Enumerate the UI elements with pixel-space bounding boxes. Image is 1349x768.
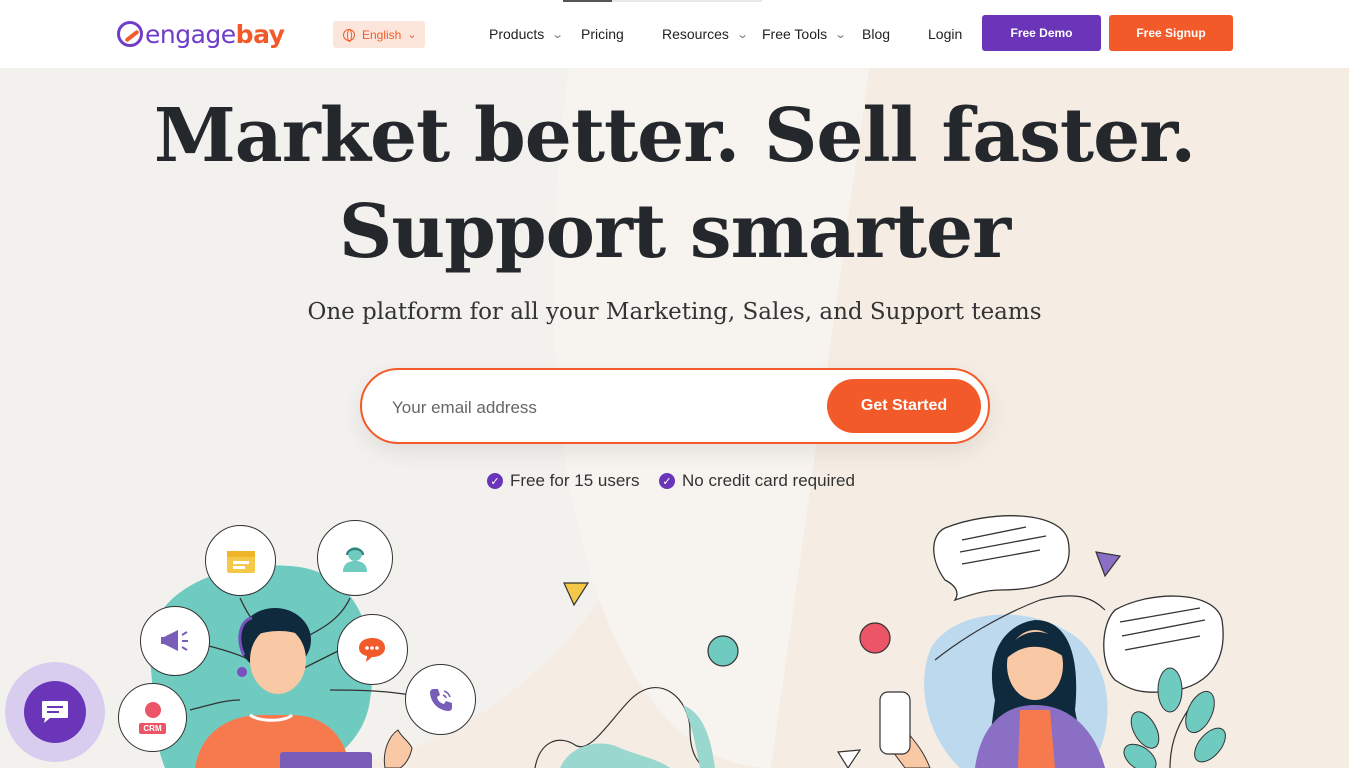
perk-free-users: ✓ Free for 15 users xyxy=(487,471,639,491)
free-demo-button[interactable]: Free Demo xyxy=(982,15,1101,51)
chevron-down-icon: ⌄ xyxy=(834,28,848,41)
chevron-down-icon: ⌄ xyxy=(551,28,565,41)
chevron-down-icon: ⌄ xyxy=(407,29,417,41)
perk-no-credit-card: ✓ No credit card required xyxy=(659,471,855,491)
nav-products-label: Products xyxy=(489,26,545,42)
phone-call-icon xyxy=(405,664,476,735)
hero-title: Market better. Sell faster. Support smar… xyxy=(0,88,1349,280)
nav-products[interactable]: Products ⌄ xyxy=(489,26,565,42)
globe-icon xyxy=(343,28,355,42)
white-triangle xyxy=(836,749,862,768)
teal-wave xyxy=(560,743,670,768)
headset-ear xyxy=(237,667,247,677)
chat-bubbles-icon xyxy=(337,614,408,685)
person-right-shirt xyxy=(1018,710,1055,768)
waving-hand-left xyxy=(383,729,413,768)
yellow-triangle xyxy=(563,582,590,607)
person-left-face xyxy=(250,626,306,694)
check-circle-icon: ✓ xyxy=(659,473,675,489)
free-signup-button[interactable]: Free Signup xyxy=(1109,15,1233,51)
teal-dot xyxy=(707,635,739,667)
logo-text-engage: engage xyxy=(145,19,236,49)
crm-contact-icon: CRM xyxy=(118,683,187,752)
nav-free-tools-label: Free Tools xyxy=(762,26,828,42)
speech-bubble-top xyxy=(933,515,1070,602)
nav-blog[interactable]: Blog xyxy=(862,26,890,42)
teal-streak xyxy=(683,705,715,768)
nav-login-label: Login xyxy=(928,26,963,42)
nav-resources[interactable]: Resources ⌄ xyxy=(662,26,749,42)
email-signup-form: Get Started xyxy=(360,368,990,444)
purple-triangle xyxy=(1095,551,1122,578)
logo-mark-icon xyxy=(117,21,143,47)
engagebay-logo[interactable]: engage bay xyxy=(117,18,285,50)
language-label: English xyxy=(362,27,402,42)
nav-login[interactable]: Login xyxy=(928,26,962,42)
email-input[interactable] xyxy=(392,394,812,422)
nav-pricing[interactable]: Pricing xyxy=(581,26,624,42)
nav-indicator-track xyxy=(612,0,762,2)
chat-button[interactable] xyxy=(24,681,86,743)
nav-free-tools[interactable]: Free Tools ⌄ xyxy=(762,26,848,42)
chevron-down-icon: ⌄ xyxy=(736,28,749,41)
hero-subtitle: One platform for all your Marketing, Sal… xyxy=(307,299,1042,325)
hero-title-line1: Market better. Sell faster. xyxy=(153,93,1196,179)
calendar-icon xyxy=(205,525,276,596)
language-selector[interactable]: English ⌄ xyxy=(333,21,425,48)
site-header: engage bay English ⌄ Products ⌄ Pricing R… xyxy=(0,0,1349,68)
logo-text-bay: bay xyxy=(235,19,285,49)
megaphone-icon xyxy=(140,606,210,676)
get-started-button[interactable]: Get Started xyxy=(827,379,981,433)
crm-badge: CRM xyxy=(139,723,166,734)
nav-blog-label: Blog xyxy=(862,26,891,42)
perk-free-users-label: Free for 15 users xyxy=(510,471,640,490)
nav-active-indicator xyxy=(563,0,612,2)
chat-message-icon xyxy=(42,701,68,723)
nav-resources-label: Resources xyxy=(662,26,729,42)
perk-no-credit-card-label: No credit card required xyxy=(682,471,855,490)
plant-leaf xyxy=(1157,667,1183,713)
nav-pricing-label: Pricing xyxy=(581,26,624,42)
check-circle-icon: ✓ xyxy=(487,473,503,489)
red-dot xyxy=(859,622,891,654)
laptop xyxy=(280,752,372,768)
hero-title-line2: Support smarter xyxy=(338,189,1011,275)
support-agent-icon xyxy=(317,520,393,596)
phone-outline xyxy=(879,691,911,755)
live-chat-widget[interactable] xyxy=(5,662,105,762)
